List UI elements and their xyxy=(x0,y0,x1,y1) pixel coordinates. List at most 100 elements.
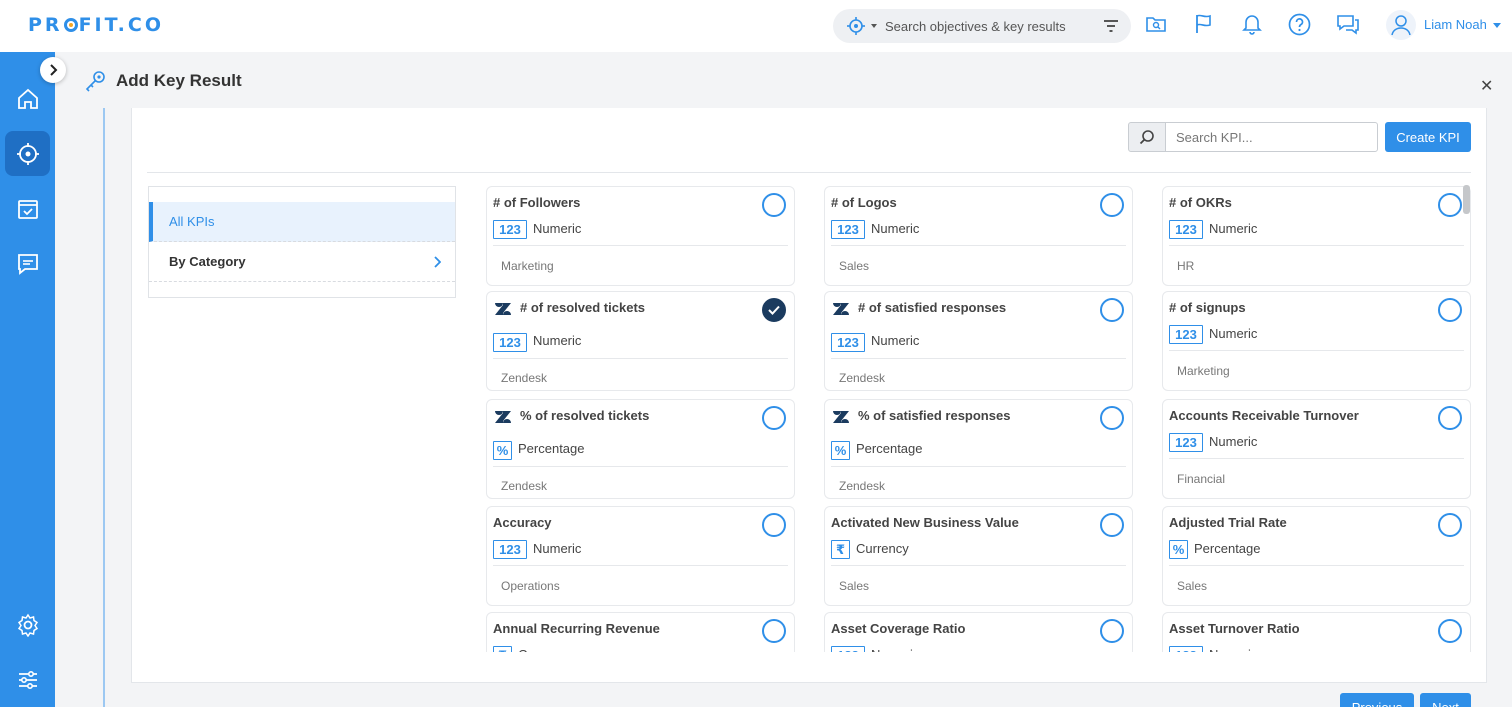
kpi-category: Zendesk xyxy=(839,371,886,385)
kpi-select-radio[interactable] xyxy=(762,619,786,643)
kpi-select-radio[interactable] xyxy=(1438,513,1462,537)
kpi-card[interactable]: # of signups 123 Numeric Marketing xyxy=(1162,291,1471,391)
kpi-type: Currency xyxy=(518,647,571,652)
flag-icon[interactable] xyxy=(1194,13,1214,35)
kpi-select-radio[interactable] xyxy=(1100,619,1124,643)
close-icon[interactable]: ✕ xyxy=(1480,76,1493,96)
timeline-line xyxy=(103,108,105,707)
divider xyxy=(831,565,1126,566)
kpi-card[interactable]: # of resolved tickets 123 Numeric Zendesk xyxy=(486,291,795,391)
folder-search-icon[interactable] xyxy=(1145,13,1167,35)
previous-button[interactable]: Previous xyxy=(1340,693,1414,707)
kpi-search-input[interactable] xyxy=(1165,122,1378,152)
kpi-type: Numeric xyxy=(871,221,920,236)
kpi-card[interactable]: Activated New Business Value ₹ Currency Sal… xyxy=(824,506,1133,606)
kpi-card[interactable]: Adjusted Trial Rate% Percentage Sales xyxy=(1162,506,1471,606)
kpi-card[interactable]: # of OKRs 123 Numeric HR xyxy=(1162,186,1471,286)
search-input[interactable]: Search objectives & key results xyxy=(885,19,1066,34)
kpi-name: # of signups xyxy=(1169,300,1246,315)
next-button[interactable]: Next xyxy=(1420,693,1471,707)
kpi-card[interactable]: # of satisfied responses 123 Numeric Zendes… xyxy=(824,291,1133,391)
kpi-type-badge: 123 xyxy=(1169,325,1203,344)
key-icon xyxy=(85,71,105,92)
sidebar-item-home[interactable] xyxy=(5,76,50,121)
kpi-card[interactable]: # of Logos 123 Numeric Sales xyxy=(824,186,1133,286)
kpi-search-button[interactable] xyxy=(1128,122,1166,152)
category-all-kpis[interactable]: All KPIs xyxy=(149,202,455,242)
kpi-select-radio[interactable] xyxy=(1100,406,1124,430)
target-icon[interactable] xyxy=(847,17,865,35)
kpi-card[interactable]: Accuracy 123 Numeric Operations xyxy=(486,506,795,606)
chevron-down-icon[interactable] xyxy=(871,24,877,28)
kpi-select-radio[interactable] xyxy=(1438,406,1462,430)
zendesk-icon xyxy=(495,303,511,315)
kpi-name: Asset Coverage Ratio xyxy=(831,621,966,636)
divider xyxy=(1169,350,1464,351)
kpi-card[interactable]: Annual Recurring Revenue ₹ Currency xyxy=(486,612,795,652)
kpi-card[interactable]: Asset Coverage Ratio 123 Numeric xyxy=(824,612,1133,652)
zendesk-icon xyxy=(833,411,849,423)
kpi-type-badge: 123 xyxy=(493,540,527,559)
chevron-down-icon[interactable] xyxy=(1493,23,1501,28)
kpi-type-badge: 123 xyxy=(493,220,527,239)
kpi-category: Marketing xyxy=(501,259,554,273)
kpi-select-radio[interactable] xyxy=(1100,513,1124,537)
kpi-category: Zendesk xyxy=(839,479,886,493)
kpi-type: Percentage xyxy=(518,441,585,456)
user-icon xyxy=(1391,15,1411,36)
divider xyxy=(493,466,788,467)
kpi-select-radio[interactable] xyxy=(762,298,786,322)
kpi-card[interactable]: Accounts Receivable Turnover 123 Numeric Fi… xyxy=(1162,399,1471,499)
kpi-card[interactable]: % of satisfied responses% Percentage Zende… xyxy=(824,399,1133,499)
category-label: By Category xyxy=(169,254,246,269)
sidebar-item-settings[interactable] xyxy=(5,602,50,647)
kpi-name: # of Logos xyxy=(831,195,897,210)
kpi-card[interactable]: % of resolved tickets% Percentage Zendesk xyxy=(486,399,795,499)
sidebar-item-tasks[interactable] xyxy=(5,186,50,231)
divider xyxy=(493,245,788,246)
kpi-select-radio[interactable] xyxy=(1100,298,1124,322)
kpi-type: Numeric xyxy=(533,333,582,348)
divider xyxy=(1169,565,1464,566)
filter-icon[interactable] xyxy=(1103,18,1119,34)
objectives-search-box[interactable]: Search objectives & key results xyxy=(833,9,1131,43)
kpi-select-radio[interactable] xyxy=(1100,193,1124,217)
category-by-category[interactable]: By Category xyxy=(149,242,455,282)
kpi-select-radio[interactable] xyxy=(1438,298,1462,322)
kpi-type: Numeric xyxy=(871,647,919,652)
sidebar-item-preferences[interactable] xyxy=(5,657,50,702)
page-title: Add Key Result xyxy=(116,71,242,90)
kpi-select-radio[interactable] xyxy=(1438,619,1462,643)
category-panel: All KPIs By Category xyxy=(148,186,456,298)
sidebar-expand-button[interactable] xyxy=(40,57,66,83)
kpi-type: Percentage xyxy=(1194,541,1261,556)
panel-header xyxy=(55,52,1512,108)
sidebar-item-messages[interactable] xyxy=(5,241,50,286)
help-icon[interactable] xyxy=(1288,13,1311,36)
chat-icon[interactable] xyxy=(1336,13,1360,35)
avatar[interactable] xyxy=(1386,10,1416,40)
kpi-type-badge: % xyxy=(1169,540,1188,559)
user-name[interactable]: Liam Noah xyxy=(1424,17,1487,32)
kpi-card[interactable]: Asset Turnover Ratio 123 Numeric xyxy=(1162,612,1471,652)
kpi-type-badge: ₹ xyxy=(831,540,850,559)
divider xyxy=(493,358,788,359)
divider xyxy=(147,172,1471,173)
scrollbar[interactable] xyxy=(1463,185,1470,214)
profit-co-logo[interactable]: PR FIT.CO xyxy=(28,14,164,36)
create-kpi-button[interactable]: Create KPI xyxy=(1385,122,1471,152)
divider xyxy=(1169,458,1464,459)
kpi-card[interactable]: # of Followers 123 Numeric Marketing xyxy=(486,186,795,286)
kpi-type: Percentage xyxy=(856,441,923,456)
kpi-type-badge: 123 xyxy=(493,333,527,352)
kpi-select-radio[interactable] xyxy=(762,406,786,430)
panel-footer xyxy=(131,682,1487,707)
kpi-select-radio[interactable] xyxy=(762,193,786,217)
kpi-type-badge: 123 xyxy=(831,333,865,352)
kpi-category: Financial xyxy=(1177,472,1226,486)
kpi-name: Accuracy xyxy=(493,515,552,530)
kpi-select-radio[interactable] xyxy=(1438,193,1462,217)
sidebar-item-objectives[interactable] xyxy=(5,131,50,176)
kpi-select-radio[interactable] xyxy=(762,513,786,537)
bell-icon[interactable] xyxy=(1242,13,1262,35)
